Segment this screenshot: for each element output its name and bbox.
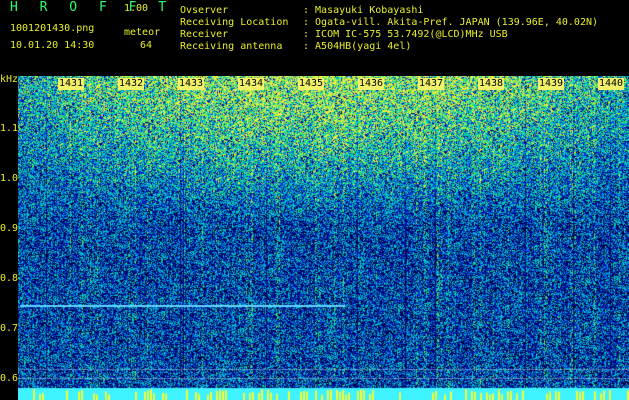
spectrogram-canvas	[18, 76, 629, 400]
info-receiver-key: Receiver	[180, 29, 229, 40]
x-tick-1433: 1433	[178, 78, 205, 90]
app-title: H R O F F T	[10, 0, 174, 15]
y-label-0-8: 0.8	[0, 273, 19, 284]
x-tick-1432: 1432	[118, 78, 145, 90]
y-axis-unit: kHz	[0, 74, 19, 85]
image-filename: 1001201430.png	[10, 23, 95, 34]
y-label-0-9: 0.9	[0, 223, 19, 234]
meteor-counter-label: meteor	[124, 27, 161, 38]
x-tick-1436: 1436	[358, 78, 385, 90]
x-tick-1434: 1434	[238, 78, 265, 90]
x-tick-1438: 1438	[478, 78, 505, 90]
info-antenna-value: : A504HB(yagi 4el)	[303, 41, 412, 52]
y-label-1-0: 1.0	[0, 173, 19, 184]
x-tick-1435: 1435	[298, 78, 325, 90]
x-tick-1440: 1440	[598, 78, 625, 90]
capture-datetime: 10.01.20 14:30	[10, 40, 95, 51]
y-label-0-7: 0.7	[0, 323, 19, 334]
y-label-0-6: 0.6	[0, 373, 19, 384]
meteor-counter-value: 64	[139, 40, 152, 51]
x-tick-1431: 1431	[58, 78, 85, 90]
info-location-value: : Ogata-vill. Akita-Pref. JAPAN (139.96E…	[303, 17, 599, 28]
info-observer-value: : Masayuki Kobayashi	[303, 5, 424, 16]
hroft-window: H R O F F T 1.00 1001201430.png meteor 1…	[0, 0, 629, 400]
info-observer-key: Ovserver	[180, 5, 229, 16]
info-receiver-value: : ICOM IC-575 53.7492(@LCD)MHz USB	[303, 29, 508, 40]
y-label-1-1: 1.1	[0, 123, 19, 134]
info-location-key: Receiving Location	[180, 17, 289, 28]
info-antenna-key: Receiving antenna	[180, 41, 283, 52]
x-tick-1437: 1437	[418, 78, 445, 90]
x-tick-1439: 1439	[538, 78, 565, 90]
app-version: 1.00	[124, 3, 149, 14]
